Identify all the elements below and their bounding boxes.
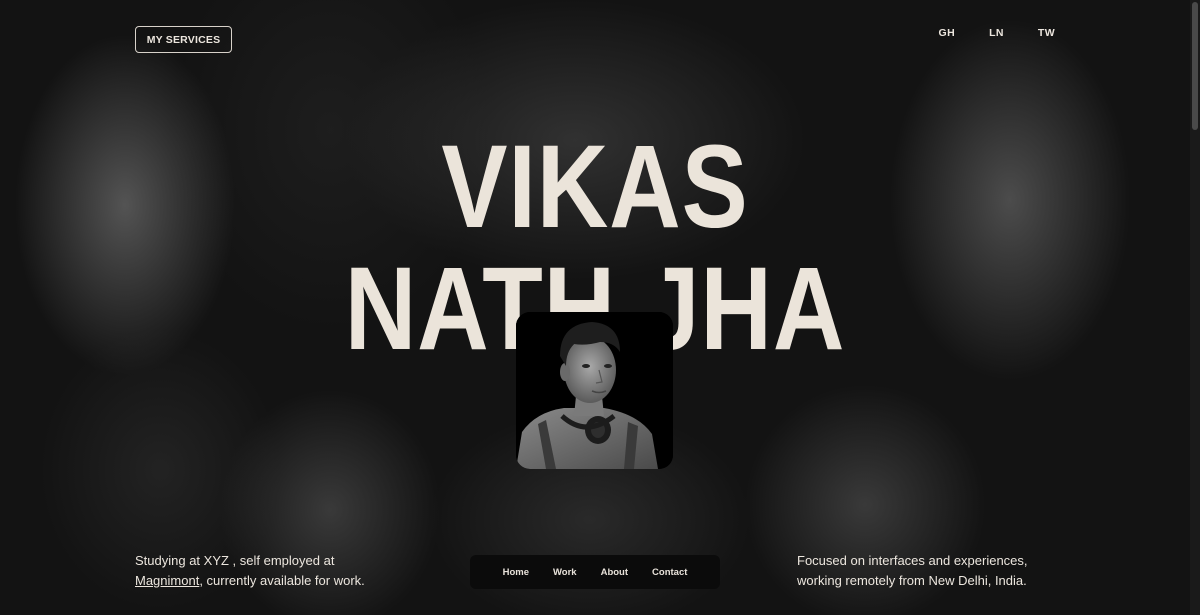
scrollbar-thumb[interactable] — [1192, 2, 1198, 130]
nav-about[interactable]: About — [601, 567, 628, 578]
social-link-linkedin[interactable]: LN — [989, 27, 1004, 39]
bio-right-line2: working remotely from New Delhi, India. — [797, 573, 1027, 588]
services-button[interactable]: MY SERVICES — [135, 26, 232, 53]
hero-name-first: VIKAS — [441, 121, 749, 253]
bottom-nav: Home Work About Contact — [470, 555, 720, 589]
social-link-github[interactable]: GH — [939, 27, 956, 39]
magnimont-link[interactable]: Magnimont — [135, 573, 199, 588]
social-links: GH LN TW — [905, 27, 1055, 39]
bio-right-line1: Focused on interfaces and experiences, — [797, 553, 1028, 568]
bio-left: Studying at XYZ , self employed at Magni… — [135, 551, 365, 591]
portrait-illustration — [516, 312, 673, 469]
social-link-twitter[interactable]: TW — [1038, 27, 1055, 39]
profile-photo — [516, 312, 673, 469]
scrollbar[interactable] — [1190, 0, 1200, 615]
bio-left-line2: Magnimont, currently available for work. — [135, 571, 365, 591]
bio-right: Focused on interfaces and experiences, w… — [797, 551, 1055, 591]
bio-left-line1: Studying at XYZ , self employed at — [135, 553, 335, 568]
nav-work[interactable]: Work — [553, 567, 577, 578]
nav-home[interactable]: Home — [503, 567, 529, 578]
nav-contact[interactable]: Contact — [652, 567, 687, 578]
bio-left-line2-text: , currently available for work. — [199, 573, 365, 588]
